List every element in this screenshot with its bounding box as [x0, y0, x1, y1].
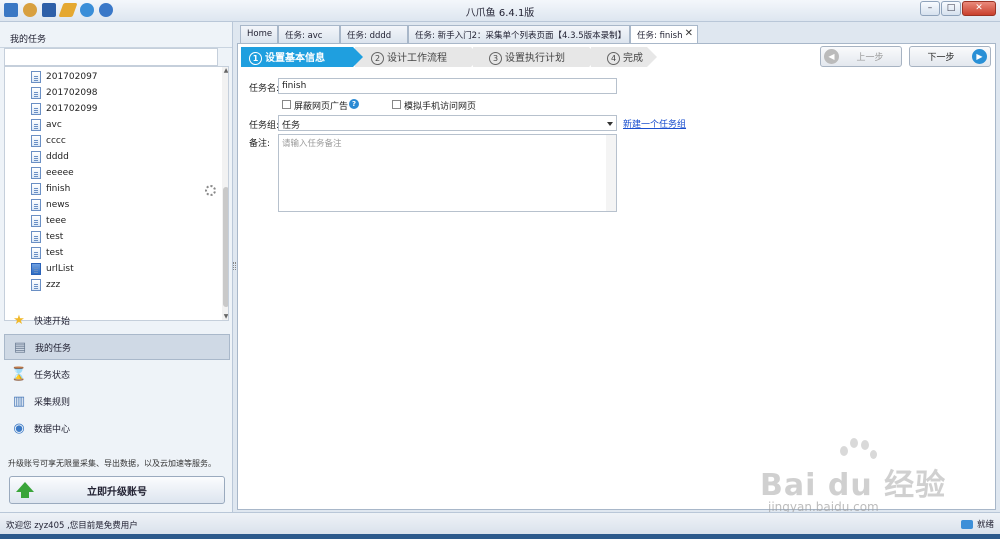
tab-finish[interactable]: 任务: finish ✕ — [630, 25, 698, 44]
tree-item[interactable]: test — [31, 245, 63, 261]
database-icon: ◉ — [13, 420, 25, 436]
step-finish[interactable]: 4 完成 — [591, 47, 657, 67]
file-icon — [31, 119, 41, 131]
tree-item[interactable]: news — [31, 197, 69, 213]
upgrade-account-button[interactable]: 立即升级账号 — [9, 476, 225, 504]
status-bar: 欢迎您 zyz405 ,您目前是免费用户 就绪 — [0, 512, 1000, 534]
prev-step-button[interactable]: ◀ 上一步 — [820, 46, 902, 67]
task-name-label: 任务名: — [249, 84, 280, 94]
file-icon — [31, 183, 41, 195]
tree-item[interactable]: 201702097 — [31, 69, 98, 85]
nav-my-tasks[interactable]: ▤ 我的任务 — [4, 334, 230, 360]
watermark-brand: Bai du 经验 — [760, 468, 947, 503]
tab-bar: Home 任务: avc 任务: dddd 任务: 新手入门2：采集单个列表页面… — [237, 25, 1000, 44]
block-ads-checkbox[interactable] — [282, 100, 291, 109]
panel-splitter[interactable] — [233, 262, 236, 270]
step-workflow[interactable]: 2 设计工作流程 — [355, 47, 481, 67]
tree-item[interactable]: test — [31, 229, 63, 245]
remark-label: 备注: — [249, 139, 271, 149]
tree-item[interactable]: teee — [31, 213, 66, 229]
window-title: 八爪鱼 6.4.1版 — [465, 8, 535, 19]
tree-item[interactable]: dddd — [31, 149, 69, 165]
file-icon — [31, 247, 41, 259]
tree-item[interactable]: 201702098 — [31, 85, 98, 101]
file-icon — [31, 103, 41, 115]
task-name-input[interactable]: finish — [278, 78, 617, 94]
tab-dddd[interactable]: 任务: dddd — [340, 25, 408, 43]
minimize-button[interactable]: – — [920, 1, 940, 16]
wizard-steps: 1 设置基本信息 2 设计工作流程 3 设置执行计划 4 完成 — [241, 47, 657, 67]
tab-home[interactable]: Home — [240, 25, 278, 43]
window-controls: – □ ✕ — [920, 1, 996, 16]
file-icon — [31, 279, 41, 291]
baidu-watermark: Bai du 经验 jingyan.baidu.com — [760, 438, 950, 518]
tab-label: 任务: finish — [637, 31, 683, 41]
up-arrow-icon — [16, 482, 34, 498]
new-task-group-link[interactable]: 新建一个任务组 — [623, 117, 686, 130]
file-icon — [31, 135, 41, 147]
file-icon — [31, 151, 41, 163]
close-button[interactable]: ✕ — [962, 1, 996, 16]
scroll-up-icon[interactable]: ▲ — [222, 67, 228, 74]
status-ready: 就绪 — [960, 518, 994, 530]
file-icon — [31, 167, 41, 179]
left-panel: 我的任务 201702097 201702098 201702099 avc c… — [0, 22, 233, 512]
chevron-down-icon — [607, 122, 613, 126]
close-tab-icon[interactable]: ✕ — [685, 28, 693, 39]
tree-search-input[interactable] — [4, 48, 218, 66]
tree-item[interactable]: finish — [31, 181, 70, 197]
clipboard-icon: ▤ — [13, 339, 27, 355]
scrollbar-thumb[interactable] — [223, 187, 228, 307]
file-icon — [31, 231, 41, 243]
remark-scrollbar[interactable] — [606, 135, 616, 211]
right-arrow-icon: ▶ — [972, 49, 987, 64]
help-circle-icon[interactable]: ? — [349, 99, 359, 109]
task-tree: 201702097 201702098 201702099 avc cccc d… — [4, 66, 229, 321]
file-icon — [31, 199, 41, 211]
mobile-emulation-label: 模拟手机访问网页 — [404, 102, 477, 112]
nav-list: ★ 快速开始 ▤ 我的任务 ⌛ 任务状态 ▥ 采集规则 ◉ 数据中心 — [4, 307, 230, 442]
step-schedule[interactable]: 3 设置执行计划 — [473, 47, 599, 67]
file-icon — [31, 215, 41, 227]
nav-data-center[interactable]: ◉ 数据中心 — [4, 415, 230, 441]
tab-tutorial[interactable]: 任务: 新手入门2：采集单个列表页面【4.3.5版本录制】 — [408, 25, 630, 43]
left-arrow-icon: ◀ — [824, 49, 839, 64]
chat-icon[interactable] — [960, 519, 973, 529]
mobile-emulation-checkbox[interactable] — [392, 100, 401, 109]
upgrade-label: 立即升级账号 — [87, 486, 147, 498]
star-icon: ★ — [13, 312, 25, 328]
block-ads-label: 屏蔽网页广告 — [294, 102, 349, 112]
file-icon — [31, 87, 41, 99]
tree-item[interactable]: urlList — [31, 261, 74, 277]
file-icon — [31, 71, 41, 83]
panel-title: 我的任务 — [0, 22, 232, 48]
hourglass-icon: ⌛ — [10, 366, 28, 382]
nav-quick-start[interactable]: ★ 快速开始 — [4, 307, 230, 333]
step-basic-info[interactable]: 1 设置基本信息 — [241, 47, 363, 67]
task-group-select[interactable]: 任务 — [278, 115, 617, 131]
document-icon: ▥ — [12, 393, 26, 409]
tree-item[interactable]: zzz — [31, 277, 60, 293]
upgrade-promo-text: 升级账号可享无限量采集、导出数据，以及云加速等服务。 — [8, 459, 216, 468]
task-group-label: 任务组: — [249, 121, 280, 131]
tab-avc[interactable]: 任务: avc — [278, 25, 340, 43]
tree-item[interactable]: 201702099 — [31, 101, 98, 117]
remark-textarea[interactable]: 请输入任务备注 — [278, 134, 617, 212]
tree-scrollbar[interactable]: ▲ ▼ — [222, 67, 228, 320]
nav-task-status[interactable]: ⌛ 任务状态 — [4, 361, 230, 387]
welcome-message: 欢迎您 zyz405 ,您目前是免费用户 — [6, 521, 138, 531]
list-file-icon — [31, 263, 41, 275]
nav-rules[interactable]: ▥ 采集规则 — [4, 388, 230, 414]
next-step-button[interactable]: 下一步 ▶ — [909, 46, 991, 67]
title-bar: 八爪鱼 6.4.1版 – □ ✕ — [0, 0, 1000, 22]
gear-icon[interactable] — [205, 185, 216, 196]
tree-item[interactable]: eeeee — [31, 165, 74, 181]
os-taskbar — [0, 534, 1000, 539]
tree-item[interactable]: avc — [31, 117, 62, 133]
tree-item[interactable]: cccc — [31, 133, 66, 149]
maximize-button[interactable]: □ — [941, 1, 961, 16]
